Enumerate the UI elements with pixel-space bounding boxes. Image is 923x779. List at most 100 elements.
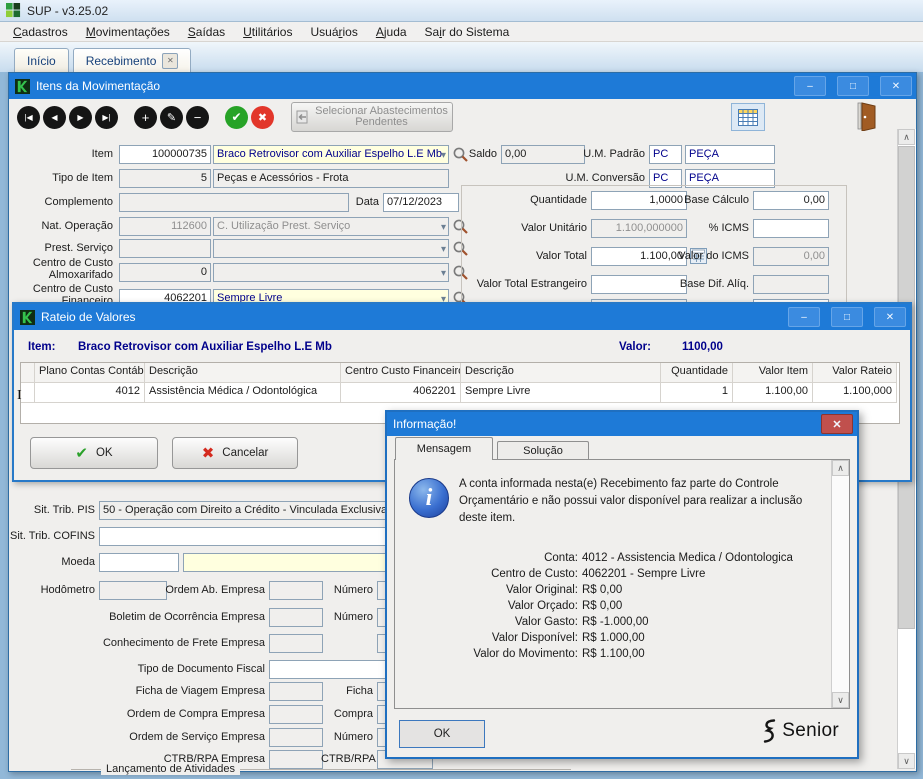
- nav-last-button[interactable]: ▶|: [95, 106, 118, 129]
- ordem-compra-label: Ordem de Compra Empresa: [69, 708, 265, 720]
- col-valor-item[interactable]: Valor Item: [733, 363, 813, 383]
- menubar: Cadastros Movimentações Saídas Utilitári…: [0, 22, 923, 42]
- col-centro-custo[interactable]: Centro Custo Financeiro: [341, 363, 461, 383]
- cc-almoxarifado-combo: ▾: [213, 263, 449, 282]
- rateio-item-value: Braco Retrovisor com Auxiliar Espelho L.…: [78, 341, 332, 353]
- saldo-label: Saldo: [439, 148, 497, 160]
- nav-first-button[interactable]: |◀: [17, 106, 40, 129]
- valor-estrangeiro-label: Valor Total Estrangeiro: [441, 278, 587, 290]
- edit-record-button[interactable]: ✎: [160, 106, 183, 129]
- rateio-ok-button[interactable]: ✔ OK: [30, 437, 158, 469]
- valor-icms-label: Valor do ICMS: [629, 250, 749, 262]
- ficha-label: Ficha: [327, 685, 373, 697]
- ctrb-rpa-empresa-field: [269, 750, 323, 769]
- nat-operacao-combo: C. Utilização Prest. Serviço▾: [213, 217, 449, 236]
- valor-total-label: Valor Total: [469, 250, 587, 262]
- tab-solucao[interactable]: Solução: [497, 441, 589, 460]
- remove-record-button[interactable]: −: [186, 106, 209, 129]
- itens-maximize-button[interactable]: □: [837, 76, 869, 96]
- menu-usuarios[interactable]: Usuários: [301, 23, 366, 41]
- ordem-servico-numero-label: Número: [327, 731, 373, 743]
- detail-value: R$ 1.100,00: [582, 646, 833, 662]
- nav-next-button[interactable]: ▶: [69, 106, 92, 129]
- ordem-ab-empresa-field: [269, 581, 323, 600]
- scroll-up-icon[interactable]: ∧: [898, 129, 915, 145]
- detail-label: Valor Gasto:: [403, 614, 578, 630]
- base-calculo-field[interactable]: 0,00: [753, 191, 829, 210]
- menu-movimentacoes[interactable]: Movimentações: [77, 23, 179, 41]
- icms-pct-field[interactable]: [753, 219, 829, 238]
- dialog-scrollbar[interactable]: ∧ ∨: [831, 460, 849, 708]
- rateio-close-button[interactable]: ✕: [874, 307, 906, 327]
- rateio-cancelar-button[interactable]: ✖ Cancelar: [172, 437, 298, 469]
- tipo-item-label: Tipo de Item: [9, 172, 113, 184]
- rateio-minimize-button[interactable]: –: [788, 307, 820, 327]
- data-field[interactable]: 07/12/2023: [383, 193, 459, 212]
- scroll-down-icon[interactable]: ∨: [832, 692, 849, 708]
- detail-label: Valor Original:: [403, 582, 578, 598]
- item-code-field[interactable]: 100000735: [119, 145, 211, 164]
- col-descricao-2[interactable]: Descrição: [461, 363, 661, 383]
- rateio-window-titlebar[interactable]: Rateio de Valores – □ ✕: [14, 304, 910, 330]
- menu-utilitarios[interactable]: Utilitários: [234, 23, 301, 41]
- selecionar-abastecimentos-button[interactable]: Selecionar AbastecimentosPendentes: [291, 102, 453, 132]
- menu-sair-do-sistema[interactable]: Sair do Sistema: [416, 23, 519, 41]
- detail-value: 4012 - Assistencia Medica / Odontologica: [582, 550, 833, 566]
- dialog-ok-button[interactable]: OK: [399, 720, 485, 748]
- ordem-ab-numero-label: Número: [327, 584, 373, 596]
- col-quantidade[interactable]: Quantidade: [661, 363, 733, 383]
- exit-door-button[interactable]: [855, 101, 879, 131]
- nav-prev-button[interactable]: ◀: [43, 106, 66, 129]
- itens-minimize-button[interactable]: –: [794, 76, 826, 96]
- table-row[interactable]: 4012 Assistência Médica / Odontológica 4…: [21, 383, 899, 403]
- app-titlebar[interactable]: SUP - v3.25.02: [0, 0, 923, 22]
- sit-trib-pis-label: Sit. Trib. PIS: [9, 504, 95, 516]
- tab-mensagem[interactable]: Mensagem: [395, 437, 493, 460]
- tab-close-icon[interactable]: ✕: [162, 53, 178, 69]
- table-view-button[interactable]: [731, 103, 765, 131]
- detail-label: Conta:: [403, 550, 578, 566]
- moeda-code-field[interactable]: [99, 553, 179, 572]
- itens-close-button[interactable]: ✕: [880, 76, 912, 96]
- confirm-button[interactable]: ✔: [225, 106, 248, 129]
- add-record-button[interactable]: +: [134, 106, 157, 129]
- menu-ajuda[interactable]: Ajuda: [367, 23, 416, 41]
- dialog-titlebar[interactable]: Informação! ✕: [387, 412, 857, 436]
- col-descricao-1[interactable]: Descrição: [145, 363, 341, 383]
- menu-cadastros[interactable]: Cadastros: [4, 23, 77, 41]
- detail-label: Valor Disponível:: [403, 630, 578, 646]
- rateio-item-label: Item:: [28, 341, 55, 353]
- quantidade-label: Quantidade: [469, 194, 587, 206]
- ficha-viagem-empresa-field: [269, 682, 323, 701]
- tab-recebimento[interactable]: Recebimento ✕: [73, 48, 192, 72]
- lancamento-atividades-label: Lançamento de Atividades: [101, 763, 240, 775]
- col-valor-rateio[interactable]: Valor Rateio: [813, 363, 897, 383]
- menu-saidas[interactable]: Saídas: [179, 23, 234, 41]
- hodometro-label: Hodômetro: [9, 584, 95, 596]
- rateio-window-icon: [20, 310, 35, 325]
- boletim-label: Boletim de Ocorrência Empresa: [69, 611, 265, 623]
- ficha-viagem-label: Ficha de Viagem Empresa: [69, 685, 265, 697]
- ordem-compra-empresa-field: [269, 705, 323, 724]
- item-desc-combo[interactable]: Braco Retrovisor com Auxiliar Espelho L.…: [213, 145, 449, 164]
- moeda-label: Moeda: [9, 556, 95, 568]
- itens-window-titlebar[interactable]: Itens da Movimentação – □ ✕: [9, 73, 916, 99]
- dialog-message-panel: i A conta informada nesta(e) Recebimento…: [394, 459, 850, 709]
- nat-operacao-label: Nat. Operação: [9, 220, 113, 232]
- nat-operacao-code-field: 112600: [119, 217, 211, 236]
- dialog-close-button[interactable]: ✕: [821, 414, 853, 434]
- cc-almoxarifado-label: Centro de CustoAlmoxarifado: [9, 257, 113, 281]
- scroll-down-icon[interactable]: ∨: [898, 753, 915, 769]
- tab-inicio[interactable]: Início: [14, 48, 69, 72]
- detail-value: R$ 0,00: [582, 598, 833, 614]
- um-padrao-desc-field: PEÇA: [685, 145, 775, 164]
- ordem-servico-empresa-field: [269, 728, 323, 747]
- col-plano-contas[interactable]: Plano Contas Contábil: [35, 363, 145, 383]
- scroll-up-icon[interactable]: ∧: [832, 460, 849, 476]
- tipo-doc-fiscal-label: Tipo de Documento Fiscal: [69, 663, 265, 675]
- cancel-button[interactable]: ✖: [251, 106, 274, 129]
- rateio-maximize-button[interactable]: □: [831, 307, 863, 327]
- detail-label: Valor Orçado:: [403, 598, 578, 614]
- complemento-label: Complemento: [9, 196, 113, 208]
- detail-value: R$ 1.000,00: [582, 630, 833, 646]
